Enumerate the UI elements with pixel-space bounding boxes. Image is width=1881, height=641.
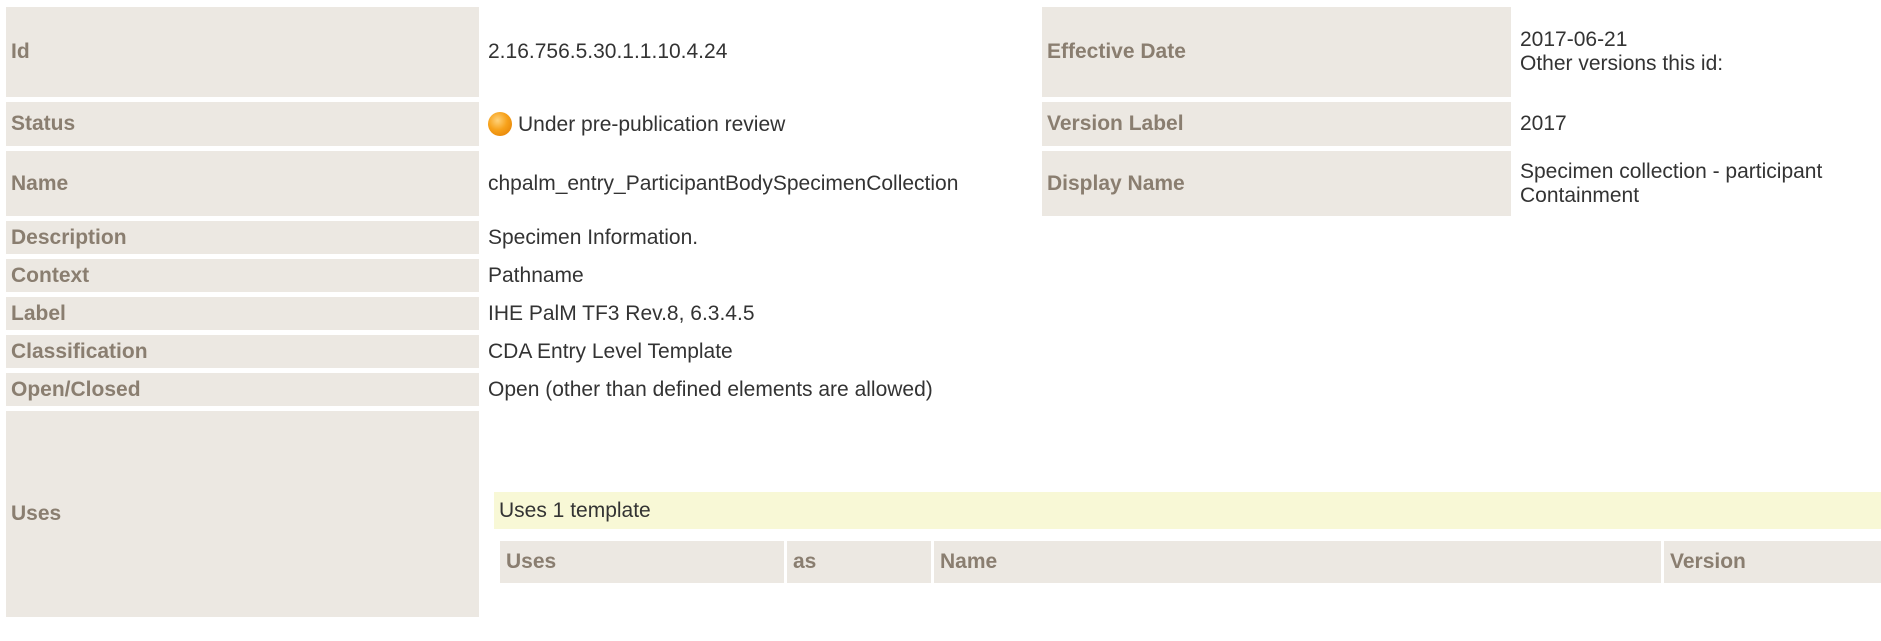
version-label-value: 2017	[1520, 112, 1567, 135]
id-label: Id	[6, 7, 479, 97]
name-value: chpalm_entry_ParticipantBodySpecimenColl…	[488, 171, 959, 195]
uses-summary-box: Uses 1 template	[494, 492, 1881, 529]
uses-column-uses: Uses	[500, 541, 784, 583]
status-orange-dot-icon	[488, 111, 512, 136]
effective-date-label: Effective Date	[1042, 7, 1511, 97]
open-closed-value: Open (other than defined elements are al…	[488, 377, 933, 401]
effective-date-value: 2017-06-21	[1520, 28, 1628, 51]
display-name-cell: Specimen collection - participant Contai…	[1511, 151, 1881, 216]
uses-column-version: Version	[1664, 541, 1881, 583]
label-value: IHE PalM TF3 Rev.8, 6.3.4.5	[488, 301, 755, 325]
row-status: Status Under pre-publication review Vers…	[6, 102, 1881, 146]
name-label: Name	[6, 151, 479, 216]
label-label: Label	[6, 297, 479, 330]
uses-label: Uses	[6, 411, 479, 617]
uses-table-header: Uses as Name Version	[500, 541, 1881, 583]
row-id: Id 2.16.756.5.30.1.1.10.4.24 Effective D…	[6, 7, 1881, 97]
open-closed-label: Open/Closed	[6, 373, 479, 406]
description-label: Description	[6, 221, 479, 254]
effective-date-cell: 2017-06-21 Other versions this id:	[1511, 7, 1881, 97]
row-context: Context Pathname	[6, 259, 1881, 292]
id-value: 2.16.756.5.30.1.1.10.4.24	[488, 40, 728, 63]
context-value: Pathname	[488, 263, 584, 287]
classification-label: Classification	[6, 335, 479, 368]
version-label-label: Version Label	[1042, 102, 1511, 146]
status-cell: Under pre-publication review	[479, 102, 1042, 146]
display-name-line2: Containment	[1520, 183, 1640, 207]
context-label: Context	[6, 259, 479, 292]
uses-column-name: Name	[934, 541, 1661, 583]
row-description: Description Specimen Information.	[6, 221, 1881, 254]
template-properties-page: Id 2.16.756.5.30.1.1.10.4.24 Effective D…	[0, 0, 1881, 641]
uses-column-as: as	[787, 541, 931, 583]
status-label: Status	[6, 102, 479, 146]
other-versions-text: Other versions this id:	[1520, 52, 1724, 75]
row-open-closed: Open/Closed Open (other than defined ele…	[6, 373, 1881, 406]
row-name: Name chpalm_entry_ParticipantBodySpecime…	[6, 151, 1881, 216]
row-label: Label IHE PalM TF3 Rev.8, 6.3.4.5	[6, 297, 1881, 330]
classification-value: CDA Entry Level Template	[488, 339, 733, 363]
display-name-label: Display Name	[1042, 151, 1511, 216]
display-name-line1: Specimen collection - participant	[1520, 159, 1823, 183]
row-classification: Classification CDA Entry Level Template	[6, 335, 1881, 368]
description-value: Specimen Information.	[488, 225, 699, 249]
status-value: Under pre-publication review	[518, 112, 786, 136]
